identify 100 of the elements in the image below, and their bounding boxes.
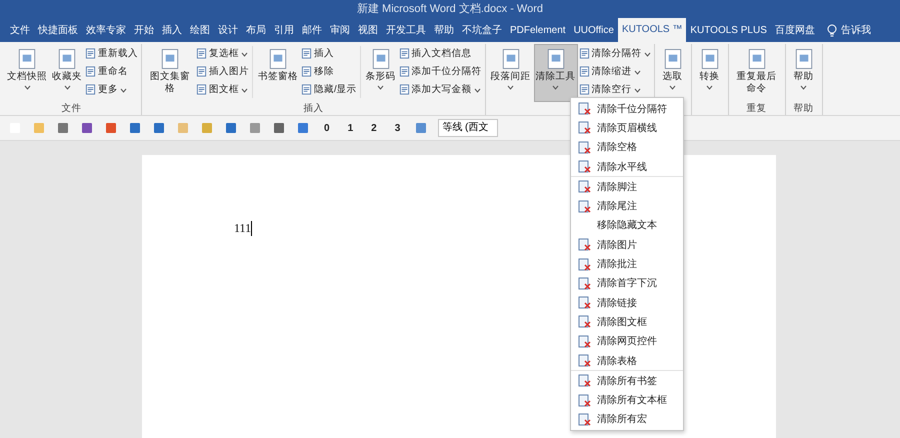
- ribbon-small-button[interactable]: 清除空行: [578, 82, 651, 97]
- ribbon-small-button[interactable]: 移除: [301, 64, 357, 79]
- toolbar-icon[interactable]: [296, 121, 310, 135]
- toolbar-icon[interactable]: [152, 121, 166, 135]
- ribbon-tab[interactable]: 绘图: [186, 20, 214, 42]
- ribbon-tab[interactable]: 百度网盘: [770, 20, 819, 42]
- menu-item[interactable]: 清除链接: [571, 292, 683, 312]
- document-x-icon: [578, 394, 590, 407]
- document-icon: [196, 66, 207, 77]
- ribbon-small-button[interactable]: 重命名: [85, 64, 138, 79]
- ribbon-small-button[interactable]: 清除缩进: [578, 64, 651, 79]
- document-text: 111: [234, 221, 252, 236]
- document-x-icon: [578, 315, 590, 328]
- ribbon-button[interactable]: 条形码: [364, 44, 398, 102]
- toolbar-icon[interactable]: [224, 121, 238, 135]
- document-x-icon: [578, 102, 590, 116]
- ribbon-tab[interactable]: KUTOOLS PLUS: [686, 20, 771, 42]
- menu-item[interactable]: 清除所有宏: [571, 410, 683, 430]
- menu-item[interactable]: 清除空格: [571, 138, 683, 157]
- ribbon-tab[interactable]: 效率专家: [82, 20, 130, 42]
- document-icon: [196, 84, 207, 95]
- menu-item[interactable]: 清除页眉横线: [571, 118, 683, 138]
- font-field[interactable]: 等线 (西文: [438, 119, 498, 137]
- ribbon-tab[interactable]: 快捷面板: [34, 20, 82, 42]
- document-icon: [85, 48, 96, 59]
- ribbon-button[interactable]: 文档快照: [5, 44, 49, 102]
- document-x-icon: [578, 276, 590, 290]
- ribbon-button[interactable]: 清除工具: [534, 44, 578, 102]
- ribbon-tab[interactable]: 不坑盒子: [458, 20, 506, 42]
- menu-item[interactable]: 清除图片: [571, 235, 683, 254]
- ribbon-tab[interactable]: 插入: [158, 20, 186, 42]
- toolbar-icon[interactable]: [56, 121, 70, 135]
- menu-item[interactable]: 清除所有文本框: [571, 390, 683, 410]
- caret-icon: [669, 85, 676, 90]
- tell-me-field[interactable]: 告诉我: [840, 20, 871, 42]
- ribbon-button[interactable]: 图文集窗格: [145, 44, 195, 102]
- caret-icon: [24, 85, 30, 90]
- ribbon-small-button[interactable]: 隐藏/显示: [301, 82, 357, 97]
- ribbon-tab[interactable]: 引用: [270, 20, 298, 42]
- ribbon-button[interactable]: 转换: [694, 44, 725, 102]
- ribbon-tab[interactable]: 布局: [242, 20, 270, 42]
- menu-item[interactable]: 清除所有书签: [571, 371, 683, 390]
- ribbon-tab[interactable]: KUTOOLS ™: [618, 18, 686, 42]
- toolbar-number[interactable]: 1: [344, 122, 358, 134]
- document-x-icon: [578, 374, 590, 388]
- document-icon: [85, 66, 96, 77]
- menu-item[interactable]: 清除批注: [571, 254, 683, 274]
- group-label: 帮助: [792, 102, 815, 115]
- ribbon-tab[interactable]: 开始: [130, 20, 158, 42]
- menu-item[interactable]: 移除隐藏文本: [571, 216, 683, 236]
- menu-item[interactable]: 清除水平线: [571, 156, 683, 176]
- ribbon-small-button[interactable]: 清除分隔符: [578, 46, 651, 61]
- menu-item[interactable]: 清除脚注: [571, 177, 683, 196]
- ribbon-small-button[interactable]: 添加千位分隔符: [398, 64, 482, 79]
- menu-item[interactable]: 清除首字下沉: [571, 274, 683, 293]
- caret-icon: [644, 52, 651, 57]
- toolbar-icon[interactable]: [414, 121, 428, 135]
- ribbon-tab[interactable]: 帮助: [430, 20, 458, 42]
- document-icon: [301, 84, 312, 95]
- toolbar-icon[interactable]: [248, 121, 262, 135]
- ribbon-small-button[interactable]: 图文框: [196, 82, 249, 97]
- ribbon-small-button[interactable]: 复选框: [196, 46, 249, 61]
- menu-item[interactable]: 清除图文框: [571, 312, 683, 332]
- toolbar-number[interactable]: 0: [320, 122, 334, 134]
- ribbon-button[interactable]: 重复最后命令: [732, 44, 782, 102]
- ribbon-tab[interactable]: UUOffice: [570, 20, 618, 42]
- ribbon-tab[interactable]: 开发工具: [382, 20, 430, 42]
- menu-item[interactable]: 清除千位分隔符: [571, 99, 683, 118]
- ribbon-tab[interactable]: 文件: [6, 20, 34, 42]
- toolbar-icon[interactable]: [80, 121, 94, 135]
- menu-item[interactable]: 清除尾注: [571, 196, 683, 216]
- ribbon-tab[interactable]: 邮件: [298, 20, 326, 42]
- toolbar-number[interactable]: 3: [390, 122, 404, 134]
- toolbar-icon[interactable]: [104, 121, 118, 135]
- ribbon-button[interactable]: 书签窗格: [256, 44, 300, 102]
- ribbon-button[interactable]: 段落间距: [488, 44, 533, 102]
- ribbon-small-button[interactable]: 重新载入: [85, 46, 138, 61]
- ribbon-tab[interactable]: PDFelement: [506, 20, 570, 42]
- ribbon-small-button[interactable]: 添加大写金额: [398, 82, 482, 97]
- ribbon-small-button[interactable]: 更多: [85, 82, 138, 97]
- document-x-icon: [578, 354, 590, 367]
- toolbar-icon[interactable]: [272, 121, 286, 135]
- toolbar-icon[interactable]: [128, 121, 142, 135]
- ribbon-button[interactable]: 选取: [658, 44, 688, 102]
- toolbar-number[interactable]: 2: [367, 122, 381, 134]
- caret-icon: [241, 52, 248, 57]
- ribbon-tab[interactable]: 审阅: [326, 20, 354, 42]
- lightbulb-icon[interactable]: [826, 24, 837, 38]
- ribbon-button[interactable]: 收藏夹: [50, 44, 84, 102]
- ribbon-button[interactable]: 帮助: [788, 44, 819, 102]
- ribbon-tab[interactable]: 视图: [354, 20, 382, 42]
- ribbon-small-button[interactable]: 插入图片: [196, 64, 249, 79]
- document-icon: [398, 48, 410, 59]
- menu-item[interactable]: 清除表格: [571, 350, 683, 370]
- ribbon-small-button[interactable]: 插入文档信息: [398, 46, 482, 61]
- menu-item[interactable]: 清除网页控件: [571, 332, 683, 351]
- caret-icon: [64, 85, 70, 90]
- window-title: 新建 Microsoft Word 文档.docx - Word: [356, 2, 544, 16]
- ribbon-small-button[interactable]: 插入: [301, 46, 357, 61]
- ribbon-tab[interactable]: 设计: [214, 20, 242, 42]
